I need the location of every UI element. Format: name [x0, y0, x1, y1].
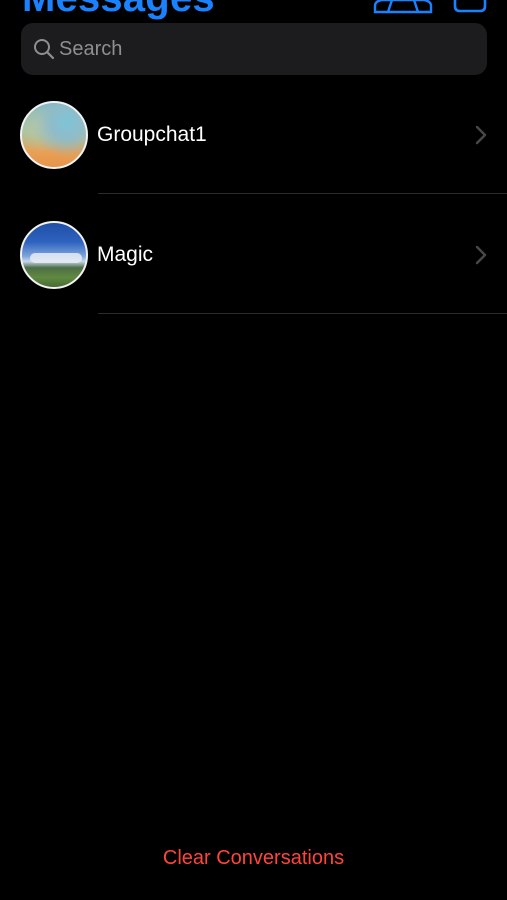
- nav-header: Messages: [0, 0, 507, 20]
- row-divider: [98, 193, 507, 194]
- chevron-right-icon: [474, 124, 488, 146]
- search-bar[interactable]: [21, 23, 487, 75]
- row-divider: [98, 313, 507, 314]
- conversation-list: Groupchat1 Magic: [0, 75, 507, 315]
- conversation-row-groupchat1[interactable]: Groupchat1: [0, 75, 507, 195]
- avatar: [20, 221, 88, 289]
- search-input[interactable]: [59, 23, 469, 75]
- compose-icon[interactable]: [452, 0, 488, 14]
- conversation-name: Magic: [97, 243, 154, 266]
- search-icon: [32, 37, 56, 61]
- conversation-row-magic[interactable]: Magic: [0, 195, 507, 315]
- avatar-cloud-shape: [30, 253, 82, 263]
- clear-conversations-button[interactable]: Clear Conversations: [0, 844, 507, 872]
- chevron-right-icon: [474, 244, 488, 266]
- avatar: [20, 101, 88, 169]
- conversation-name: Groupchat1: [97, 123, 207, 146]
- page-title: Messages: [22, 0, 215, 18]
- person-group-icon[interactable]: [372, 0, 434, 14]
